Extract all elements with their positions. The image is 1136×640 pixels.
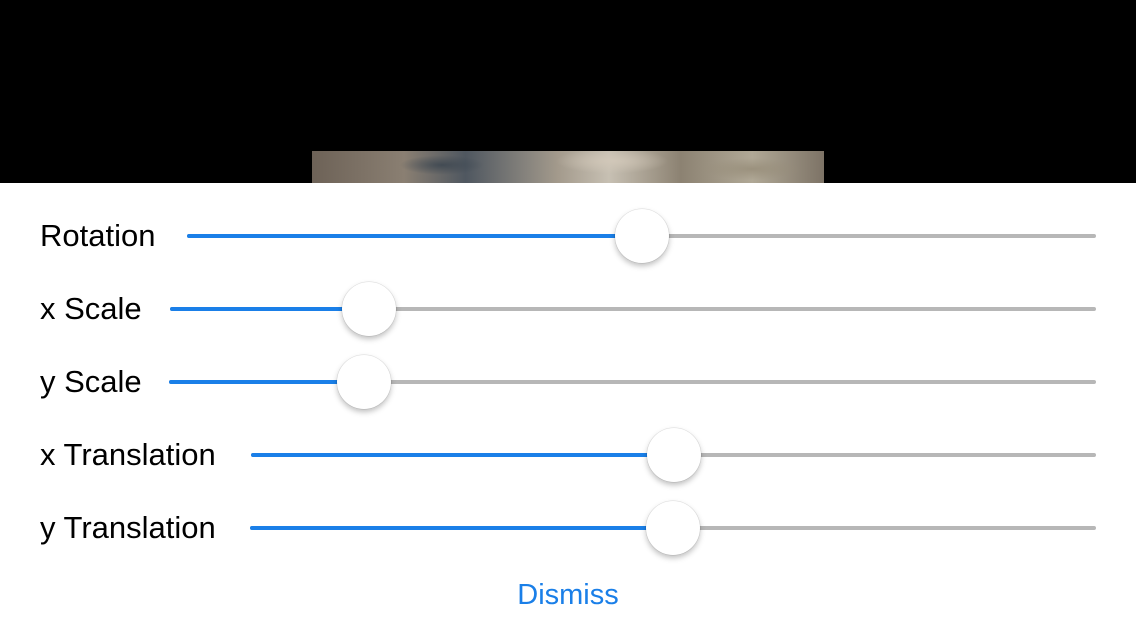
rotation-slider[interactable] [187, 209, 1096, 263]
x-translation-row: x Translation [0, 425, 1136, 485]
screen: Rotation x Scale y Scale x Translation y… [0, 0, 1136, 640]
controls-panel: Rotation x Scale y Scale x Translation y… [0, 183, 1136, 640]
slider-thumb[interactable] [646, 501, 700, 555]
x-translation-slider[interactable] [251, 428, 1096, 482]
x-translation-label: x Translation [40, 437, 216, 472]
y-scale-row: y Scale [0, 352, 1136, 412]
rotation-label: Rotation [40, 218, 156, 253]
y-translation-slider[interactable] [250, 501, 1096, 555]
dismiss-button[interactable]: Dismiss [0, 579, 1136, 612]
x-scale-row: x Scale [0, 279, 1136, 339]
slider-fill [251, 453, 674, 457]
slider-fill [187, 234, 642, 238]
rotation-row: Rotation [0, 206, 1136, 266]
slider-thumb[interactable] [646, 428, 701, 482]
y-scale-label: y Scale [40, 364, 142, 399]
slider-thumb[interactable] [614, 209, 669, 263]
slider-thumb[interactable] [342, 282, 397, 336]
x-scale-slider[interactable] [170, 282, 1096, 336]
slider-fill [250, 526, 673, 530]
slider-fill [170, 307, 370, 311]
y-translation-row: y Translation [0, 498, 1136, 558]
slider-fill [169, 380, 364, 384]
y-translation-label: y Translation [40, 510, 216, 545]
slider-thumb[interactable] [336, 355, 391, 409]
x-scale-label: x Scale [40, 291, 142, 326]
y-scale-slider[interactable] [169, 355, 1096, 409]
